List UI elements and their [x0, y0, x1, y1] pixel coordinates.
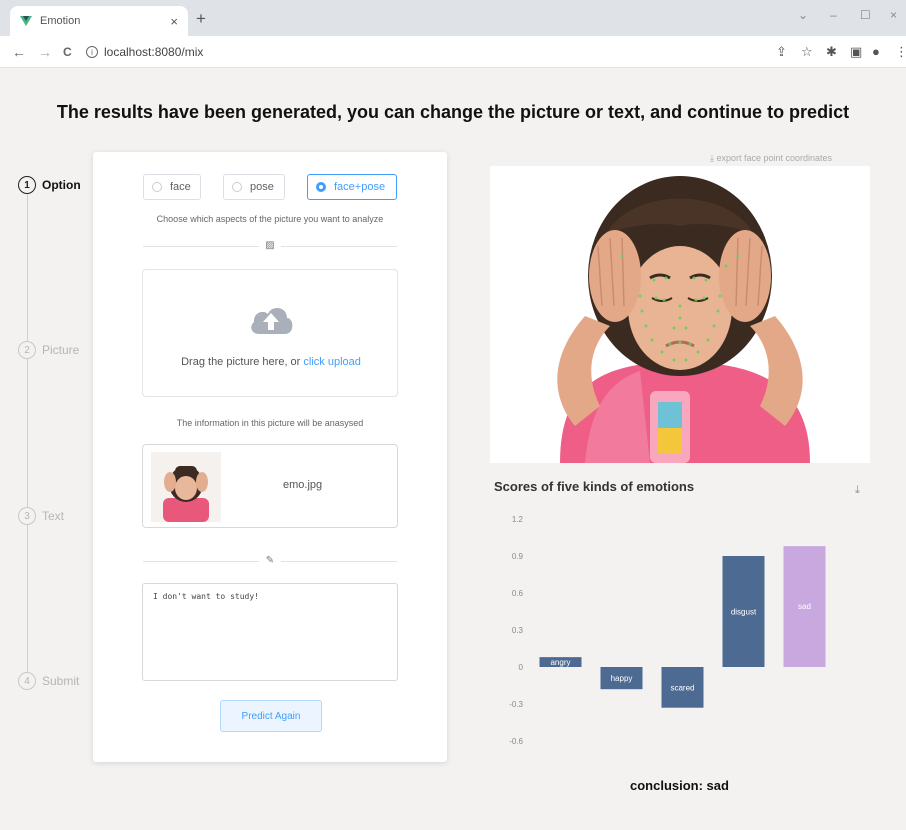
bar-label: disgust [731, 608, 757, 617]
close-window-icon[interactable]: × [890, 8, 897, 22]
cloud-upload-icon [251, 308, 293, 334]
upload-caption: The information in this picture will be … [176, 418, 364, 428]
export-face-points-link[interactable]: ⤓ export face point coordinates [710, 153, 832, 164]
forward-icon[interactable]: → [38, 44, 52, 60]
girl-photo-image [490, 166, 870, 463]
radio-dot [316, 182, 326, 192]
picture-icon: ▨ [259, 240, 281, 252]
restore-icon[interactable]: ☐ [860, 8, 871, 22]
uploaded-file-item[interactable]: emo.jpg [142, 444, 398, 528]
y-tick-label: 0.9 [512, 552, 524, 561]
reload-icon[interactable]: C [63, 44, 72, 60]
new-tab-button[interactable]: + [196, 10, 206, 27]
chart-title: Scores of five kinds of emotions [494, 479, 695, 494]
menu-icon[interactable]: ⋮ [895, 44, 906, 60]
bar-label: sad [798, 602, 811, 611]
url-text: localhost:8080/mix [104, 45, 204, 59]
step-picture: 2 Picture [18, 341, 80, 359]
extensions-icon[interactable]: ✱ [826, 44, 837, 60]
y-tick-label: 0.3 [512, 626, 524, 635]
step-number: 3 [18, 507, 36, 525]
text-input[interactable]: I don't want to study! [142, 583, 398, 681]
page-heading: The results have been generated, you can… [56, 102, 850, 122]
profile-icon[interactable]: ● [872, 44, 880, 60]
predict-again-button[interactable]: Predict Again [220, 700, 322, 732]
upload-hint: Drag the picture here, or [181, 356, 304, 368]
step-label: Picture [42, 343, 80, 357]
step-label: Text [42, 509, 65, 523]
url-field[interactable]: i localhost:8080/mix [86, 41, 786, 63]
browser-tab-bar: Emotion × + ⌄ – ☐ × [0, 0, 906, 36]
radio-dot [152, 182, 162, 192]
y-tick-label: -0.3 [509, 700, 523, 709]
tab-title: Emotion [40, 15, 81, 27]
site-info-icon[interactable]: i [86, 46, 98, 58]
step-label: Option [42, 178, 81, 192]
step-submit: 4 Submit [18, 672, 80, 690]
step-text: 3 Text [18, 507, 65, 525]
bookmark-star-icon[interactable]: ☆ [801, 44, 813, 60]
export-link-label: export face point coordinates [716, 153, 833, 163]
steps-line [27, 194, 28, 672]
options-caption: Choose which aspects of the picture you … [156, 214, 384, 224]
option-face-radio[interactable]: face [143, 174, 201, 200]
radio-label: face+pose [334, 181, 386, 193]
text-divider: ✎ [143, 555, 397, 567]
edit-icon: ✎ [259, 555, 281, 567]
bar-label: angry [550, 658, 570, 667]
bar-label: scared [670, 683, 694, 692]
y-tick-label: -0.6 [509, 737, 523, 746]
option-pose-radio[interactable]: pose [223, 174, 285, 200]
radio-label: face [170, 181, 191, 193]
tab-close-icon[interactable]: × [170, 14, 178, 29]
input-card: face pose face+pose Choose which aspects… [93, 152, 447, 762]
bar-label: happy [611, 674, 633, 683]
radio-label: pose [250, 181, 274, 193]
step-number: 1 [18, 176, 36, 194]
upload-dropzone[interactable]: Drag the picture here, or click upload [142, 269, 398, 397]
analyzed-photo [490, 166, 870, 463]
y-tick-label: 0 [519, 663, 524, 672]
browser-tab[interactable]: Emotion × [10, 6, 188, 36]
upload-text: Drag the picture here, or click upload [143, 356, 399, 368]
download-chart-icon[interactable]: ⤓ [855, 484, 860, 497]
step-label: Submit [42, 674, 80, 688]
address-bar: ← → C i localhost:8080/mix ⇪ ☆ ✱ ▣ ● ⋮ [0, 36, 906, 68]
tab-search-icon[interactable]: ⌄ [798, 8, 808, 22]
file-name: emo.jpg [283, 479, 323, 491]
radio-dot [232, 182, 242, 192]
step-number: 4 [18, 672, 36, 690]
file-thumbnail [151, 452, 221, 522]
step-option: 1 Option [18, 176, 81, 194]
vue-logo-icon [20, 16, 32, 26]
minimize-icon[interactable]: – [830, 8, 837, 22]
girl-thumbnail-image [151, 452, 221, 522]
y-tick-label: 1.2 [512, 515, 524, 524]
back-icon[interactable]: ← [12, 44, 26, 60]
sidepanel-icon[interactable]: ▣ [850, 44, 862, 60]
step-number: 2 [18, 341, 36, 359]
share-icon[interactable]: ⇪ [776, 44, 787, 60]
picture-divider: ▨ [143, 240, 397, 252]
y-tick-label: 0.6 [512, 589, 524, 598]
emotion-bar-chart: 1.2 0.9 0.6 0.3 0 -0.3 -0.6 angry happy scared dis… [509, 515, 826, 746]
conclusion-text: conclusion: sad [630, 778, 729, 793]
option-face-pose-radio[interactable]: face+pose [307, 174, 397, 200]
click-upload-link[interactable]: click upload [303, 356, 360, 368]
